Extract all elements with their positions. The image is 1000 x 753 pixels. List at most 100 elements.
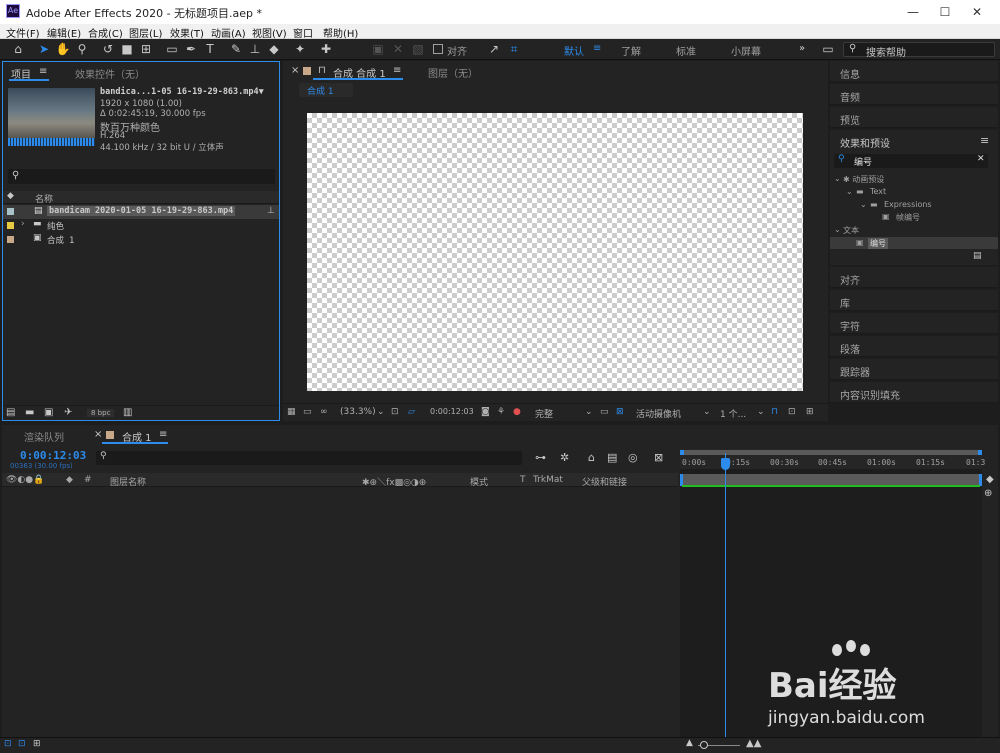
region-of-interest-icon[interactable]: ⊡ [391, 407, 399, 417]
effects-presets-title[interactable]: 效果和预设 [840, 135, 890, 150]
label-color-swatch[interactable] [7, 208, 14, 215]
snapping-checkbox[interactable] [433, 44, 443, 54]
tree-item-animation-presets[interactable]: ✱ 动画预设 [843, 174, 884, 185]
timeline-current-time[interactable]: 0:00:12:03 [20, 449, 86, 462]
camera-dropdown[interactable]: 活动摄像机 [636, 407, 681, 420]
panel-preview[interactable]: 预览 [830, 107, 998, 128]
panel-libraries[interactable]: 库 [830, 290, 998, 311]
tab-menu-icon[interactable]: ≡ [393, 65, 401, 76]
composition-canvas[interactable] [307, 113, 803, 391]
chevron-down-icon[interactable]: ⌄ [703, 407, 711, 417]
pan-behind-tool-icon[interactable]: ⊞ [138, 42, 154, 57]
axis-local-icon[interactable]: ▣ [370, 42, 386, 57]
current-time-display[interactable]: 0:00:12:03 [430, 407, 474, 416]
new-composition-icon[interactable]: ▣ [44, 407, 53, 418]
current-time-indicator[interactable] [725, 453, 726, 737]
snap-grid-icon[interactable]: ⌗ [506, 42, 522, 57]
draft-3d-icon[interactable]: ✲ [560, 451, 569, 464]
menu-layer[interactable]: 图层(L) [129, 25, 162, 40]
menu-animation[interactable]: 动画(A) [211, 25, 246, 40]
footage-name[interactable]: bandica...1-05 16-19-29-863.mp4▼ [100, 87, 264, 97]
project-item-row[interactable]: › ▬ 纯色 [3, 219, 279, 233]
project-item-row[interactable]: ▤ bandicam 2020-01-05 16-19-29-863.mp4 ⊥ [3, 205, 279, 219]
effects-search-input[interactable]: ⚲ 编号 ✕ [834, 154, 988, 168]
flowchart-icon[interactable]: ⊥ [267, 206, 275, 216]
trash-icon[interactable]: ▥ [123, 407, 132, 418]
chevron-down-icon[interactable]: ⌄ [585, 407, 593, 417]
reset-exposure-icon[interactable]: ⊓ [771, 407, 778, 417]
label-color-swatch[interactable] [7, 236, 14, 243]
new-folder-icon[interactable]: ▬ [25, 407, 34, 418]
panel-character[interactable]: 字符 [830, 313, 998, 334]
puppet-pin-tool-icon[interactable]: ✚ [318, 42, 334, 57]
tree-chevron-icon[interactable]: ⌄ [834, 225, 841, 234]
track-matte-column[interactable]: TrkMat [533, 475, 563, 485]
zoom-slider-thumb[interactable] [700, 741, 708, 749]
camera-tool-icon[interactable]: ■ [119, 42, 135, 57]
panel-content-aware-fill[interactable]: 内容识别填充 [830, 382, 998, 403]
magnification-dropdown[interactable]: (33.3%) [340, 407, 376, 417]
menu-effect[interactable]: 效果(T) [170, 25, 204, 40]
project-item-row[interactable]: ▣ 合成 1 [3, 233, 279, 247]
rotate-tool-icon[interactable]: ↺ [100, 42, 116, 57]
axis-view-icon[interactable]: ▧ [410, 42, 426, 57]
home-icon[interactable]: ⌂ [10, 42, 26, 57]
axis-world-icon[interactable]: ✕ [390, 42, 406, 57]
comp-flowchart-icon[interactable]: ⊶ [535, 451, 546, 464]
cti-handle[interactable] [721, 458, 730, 470]
tree-chevron-icon[interactable]: ⌄ [860, 200, 867, 209]
in-out-duration-icon[interactable]: ⊞ [33, 739, 41, 749]
tab-render-queue[interactable]: 渲染队列 [24, 429, 64, 444]
vr-icon[interactable]: ∞ [320, 407, 328, 417]
views-dropdown[interactable]: 1 个... [720, 407, 746, 420]
close-button[interactable]: ✕ [962, 3, 992, 21]
layer-switches-icon[interactable]: ⊡ [4, 739, 12, 749]
eraser-tool-icon[interactable]: ◆ [266, 42, 282, 57]
clone-stamp-tool-icon[interactable]: ⊥ [247, 42, 263, 57]
workspace-standard[interactable]: 标准 [676, 43, 696, 58]
label-color-swatch[interactable] [7, 222, 14, 229]
transparency-grid-icon[interactable]: ▱ [408, 407, 415, 417]
workspace-small-screen[interactable]: 小屏幕 [731, 43, 761, 58]
tab-layer[interactable]: 图层（无） [428, 65, 478, 80]
menu-view[interactable]: 视图(V) [252, 25, 287, 40]
timeline-toggle-icon[interactable]: ⊞ [806, 407, 814, 417]
brush-tool-icon[interactable]: ✎ [228, 42, 244, 57]
monitor-icon[interactable]: ▭ [303, 407, 312, 417]
tab-menu-icon[interactable]: ≡ [39, 66, 47, 77]
maximize-button[interactable]: ☐ [930, 3, 960, 21]
panel-align[interactable]: 对齐 [830, 267, 998, 288]
tree-item-number[interactable]: 编号 [868, 238, 888, 249]
panel-tracker[interactable]: 跟踪器 [830, 359, 998, 380]
menu-help[interactable]: 帮助(H) [323, 25, 358, 40]
shy-layers-icon[interactable]: ⌂ [588, 451, 595, 464]
chevron-down-icon[interactable]: ⌄ [377, 407, 385, 417]
panel-menu-icon[interactable]: ≡ [980, 134, 989, 147]
fast-previews-icon[interactable]: ▭ [600, 407, 609, 417]
timeline-search-input[interactable]: ⚲ [96, 451, 522, 465]
lock-icon[interactable]: ⊓ [318, 65, 326, 76]
workspace-menu-icon[interactable]: ≡ [593, 43, 601, 54]
adjust-settings-icon[interactable]: ✈ [64, 407, 72, 418]
tree-item-expressions[interactable]: Expressions [884, 200, 932, 209]
workspace-default[interactable]: 默认 [564, 43, 584, 58]
tree-chevron-icon[interactable]: ⌄ [834, 174, 841, 183]
comp-marker-bin-icon[interactable]: ◆ [986, 474, 994, 485]
layer-name-column[interactable]: 图层名称 [110, 475, 146, 488]
snapshot-icon[interactable]: ◙ [481, 407, 490, 417]
roto-brush-tool-icon[interactable]: ✦ [292, 42, 308, 57]
search-help-input[interactable]: ⚲ 搜索帮助 [843, 42, 995, 59]
always-preview-icon[interactable]: ▦ [287, 407, 296, 417]
number-column-icon[interactable]: # [84, 475, 92, 485]
new-preset-icon[interactable]: ▤ [973, 251, 982, 261]
3d-view-icon[interactable]: ⊡ [788, 407, 796, 417]
chevron-down-icon[interactable]: ⌄ [757, 407, 765, 417]
menu-window[interactable]: 窗口 [293, 25, 313, 40]
preserve-transparency-column[interactable]: T [520, 475, 526, 485]
panel-paragraph[interactable]: 段落 [830, 336, 998, 357]
switches-icons[interactable]: ✱⊕＼fx▩◎◑⊕ [362, 475, 426, 488]
selection-tool-icon[interactable]: ➤ [36, 42, 52, 57]
interpret-footage-icon[interactable]: ▤ [6, 407, 15, 418]
text-tool-icon[interactable]: T [202, 42, 218, 57]
zoom-out-icon[interactable]: ▲ [686, 738, 693, 748]
